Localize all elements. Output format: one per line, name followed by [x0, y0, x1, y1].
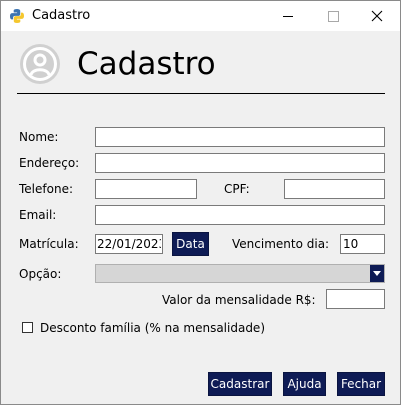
- telefone-input[interactable]: [95, 179, 197, 199]
- dropdown-button[interactable]: [370, 265, 384, 282]
- title-bar: Cadastro: [1, 1, 400, 31]
- minimize-button[interactable]: [265, 1, 310, 31]
- telefone-label: Telefone:: [19, 182, 73, 196]
- fechar-button[interactable]: Fechar: [337, 372, 385, 396]
- close-button[interactable]: [355, 1, 400, 31]
- mensalidade-input[interactable]: [326, 289, 385, 309]
- matricula-label: Matrícula:: [19, 237, 79, 251]
- opcao-select[interactable]: [95, 264, 385, 283]
- header-divider: [17, 93, 385, 94]
- nome-input[interactable]: [95, 127, 385, 147]
- python-icon: [9, 8, 25, 24]
- vencimento-input[interactable]: [340, 234, 385, 254]
- close-icon: [371, 10, 383, 22]
- cadastro-window: Cadastro Cadastro Nome: Endereço: Telefo…: [0, 0, 401, 405]
- window-title: Cadastro: [32, 8, 91, 23]
- user-circle-icon: [19, 43, 61, 85]
- mensalidade-label: Valor da mensalidade R$:: [162, 293, 316, 307]
- ajuda-button[interactable]: Ajuda: [283, 372, 326, 396]
- chevron-down-icon: [373, 271, 381, 276]
- email-label: Email:: [19, 208, 57, 222]
- matricula-date-input[interactable]: [95, 234, 163, 254]
- desconto-checkbox[interactable]: [22, 322, 33, 333]
- page-title: Cadastro: [77, 46, 216, 82]
- opcao-label: Opção:: [19, 267, 62, 281]
- desconto-label: Desconto família (% na mensalidade): [40, 321, 265, 335]
- nome-label: Nome:: [19, 130, 59, 144]
- maximize-button[interactable]: [310, 1, 355, 31]
- cadastrar-button[interactable]: Cadastrar: [208, 372, 272, 396]
- vencimento-label: Vencimento dia:: [232, 237, 330, 251]
- endereco-input[interactable]: [95, 153, 385, 173]
- data-button[interactable]: Data: [172, 232, 209, 256]
- email-input[interactable]: [95, 205, 385, 225]
- cpf-label: CPF:: [224, 182, 250, 196]
- cpf-input[interactable]: [284, 179, 385, 199]
- endereco-label: Endereço:: [19, 156, 80, 170]
